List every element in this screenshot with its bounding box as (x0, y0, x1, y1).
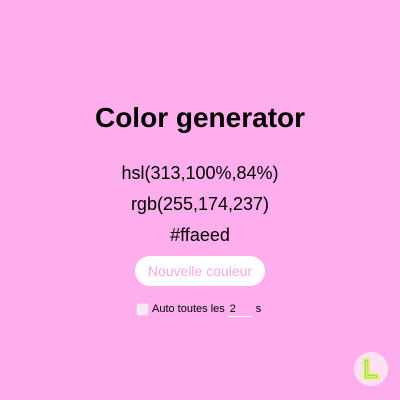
auto-interval-row: Auto toutes les s (136, 301, 261, 317)
interval-input[interactable] (227, 301, 252, 317)
l-logo-icon (354, 352, 388, 386)
interval-unit: s (255, 303, 262, 315)
l-logo-glyph (363, 358, 379, 380)
color-generator-page: Color generator hsl(313,100%,84%) rgb(25… (0, 0, 400, 400)
rgb-value: rgb(255,174,237) (130, 194, 270, 214)
hex-value: #ffaeed (170, 225, 230, 245)
page-title: Color generator (94, 102, 306, 133)
auto-label: Auto toutes les (152, 303, 225, 315)
hsl-value: hsl(313,100%,84%) (121, 163, 279, 183)
auto-checkbox[interactable] (136, 302, 149, 316)
new-color-button[interactable]: Nouvelle couleur (135, 256, 265, 286)
